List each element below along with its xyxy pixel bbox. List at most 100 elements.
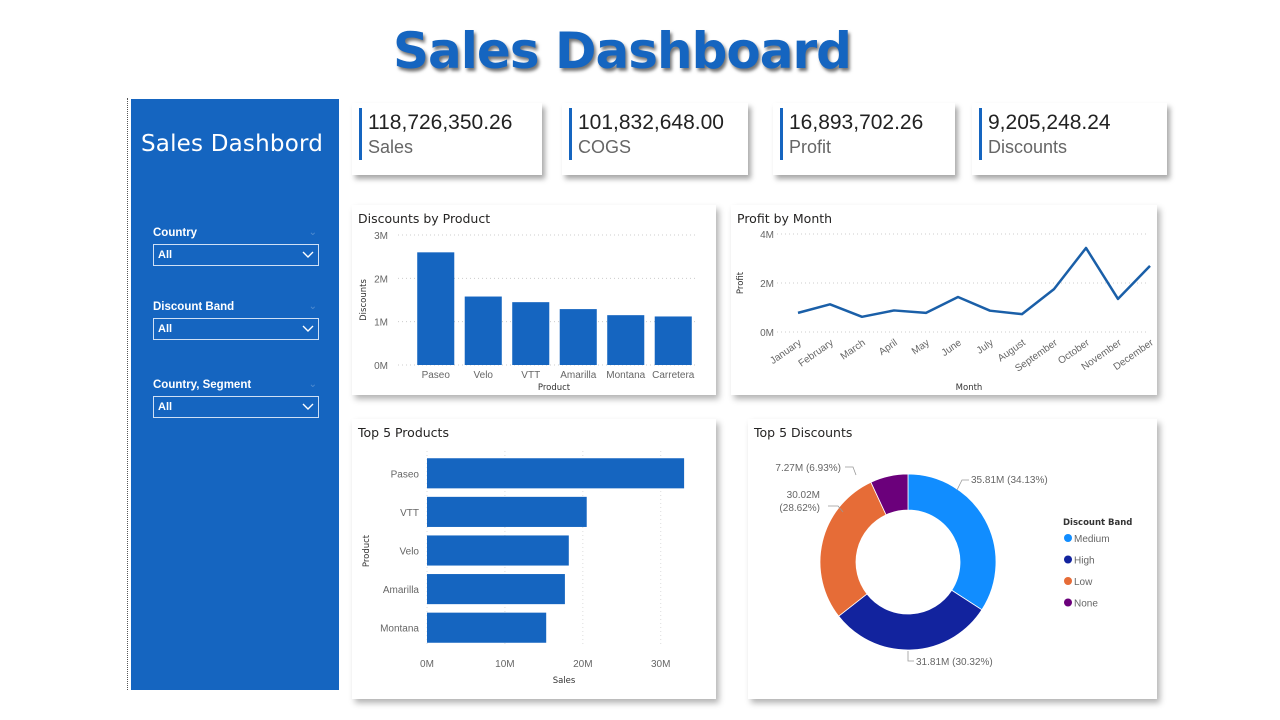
legend-title: Discount Band bbox=[1063, 518, 1132, 528]
bar-montana bbox=[427, 612, 547, 643]
x-tick-label: 20M bbox=[573, 659, 592, 670]
x-tick-label: Velo bbox=[474, 370, 494, 381]
y-tick-label: Paseo bbox=[391, 469, 420, 480]
kpi-card-cogs[interactable]: 101,832,648.00 COGS bbox=[562, 103, 748, 175]
card-accent-bar bbox=[569, 108, 572, 160]
discount-band-dropdown[interactable]: All bbox=[153, 318, 319, 340]
kpi-value: 9,205,248.24 bbox=[988, 111, 1111, 134]
dropdown-value: All bbox=[158, 401, 173, 413]
x-tick-label: Carretera bbox=[652, 370, 695, 381]
top5-products-chart: 0M 10M 20M 30M Paseo VTT Velo Amarilla Montana Sa… bbox=[362, 451, 685, 686]
legend-marker-medium bbox=[1064, 534, 1072, 542]
x-tick-label: Amarilla bbox=[560, 370, 597, 381]
y-axis-title: Discounts bbox=[359, 279, 369, 321]
kpi-value: 118,726,350.26 bbox=[368, 111, 513, 134]
card-accent-bar bbox=[780, 108, 783, 160]
slicer-country: Country ⌄ All bbox=[153, 227, 319, 266]
kpi-card-sales[interactable]: 118,726,350.26 Sales bbox=[352, 103, 542, 175]
y-tick-label: 3M bbox=[374, 231, 388, 242]
bar-amarilla bbox=[559, 309, 597, 365]
page-title: Sales Dashboard bbox=[393, 22, 852, 80]
legend-item-none: None bbox=[1074, 599, 1098, 610]
country-segment-dropdown[interactable]: All bbox=[153, 396, 319, 418]
leader-line bbox=[845, 466, 857, 476]
data-label-low: 30.02M bbox=[787, 490, 820, 501]
donut-slice-medium bbox=[907, 473, 997, 611]
top5-discounts-panel[interactable]: Top 5 Discounts 35.81M (34.13%) 31.81M (3… bbox=[748, 419, 1157, 699]
bar-montana bbox=[607, 315, 645, 365]
bar-paseo bbox=[417, 252, 455, 365]
y-tick-label: 2M bbox=[374, 274, 388, 285]
y-tick-label: 0M bbox=[760, 328, 774, 339]
data-label-none: 7.27M (6.93%) bbox=[775, 463, 841, 474]
y-axis-title: Product bbox=[362, 534, 372, 567]
x-tick-label: May bbox=[910, 337, 932, 357]
profit-by-month-panel[interactable]: Profit by Month 0M 2M 4M January February Mar… bbox=[731, 205, 1157, 395]
x-axis-title: Month bbox=[956, 383, 983, 393]
bar-carretera bbox=[654, 316, 692, 365]
profit-line bbox=[797, 246, 1151, 319]
country-dropdown[interactable]: All bbox=[153, 244, 319, 266]
kpi-label: Profit bbox=[789, 137, 832, 157]
slicer-label: Discount Band bbox=[153, 301, 235, 313]
x-tick-label: February bbox=[797, 337, 836, 369]
leader-line bbox=[956, 479, 969, 491]
data-label-high: 31.81M (30.32%) bbox=[916, 657, 993, 668]
bar-velo bbox=[427, 535, 569, 566]
x-tick-label: 10M bbox=[495, 659, 514, 670]
legend-item-high: High bbox=[1074, 556, 1095, 567]
kpi-value: 101,832,648.00 bbox=[578, 111, 724, 134]
kpi-value: 16,893,702.26 bbox=[789, 111, 924, 134]
bar-paseo bbox=[427, 458, 685, 489]
x-axis-title: Sales bbox=[553, 676, 576, 686]
chevron-down-icon bbox=[302, 403, 314, 410]
y-tick-label: VTT bbox=[400, 508, 419, 519]
kpi-card-profit[interactable]: 16,893,702.26 Profit bbox=[773, 103, 955, 175]
y-tick-label: Velo bbox=[400, 547, 420, 558]
chevron-down-icon bbox=[302, 251, 314, 258]
card-accent-bar bbox=[359, 108, 362, 160]
sidebar: Sales Dashbord Country ⌄ All Discount Ba… bbox=[131, 99, 339, 690]
x-tick-label: Paseo bbox=[422, 370, 451, 381]
chevron-down-icon bbox=[302, 325, 314, 332]
x-tick-label: Montana bbox=[606, 370, 645, 381]
leader-line bbox=[907, 651, 914, 662]
x-axis-title: Product bbox=[538, 383, 571, 393]
collapse-chevron-icon[interactable]: ⌄ bbox=[309, 379, 317, 390]
bar-vtt bbox=[427, 496, 587, 527]
slicer-discount-band: Discount Band ⌄ All bbox=[153, 301, 319, 340]
bar-velo bbox=[464, 296, 502, 365]
y-tick-label: Amarilla bbox=[383, 585, 420, 596]
collapse-chevron-icon[interactable]: ⌄ bbox=[309, 227, 317, 238]
y-tick-label: Montana bbox=[380, 624, 419, 635]
kpi-label: Sales bbox=[368, 137, 414, 157]
y-tick-label: 2M bbox=[760, 279, 774, 290]
dropdown-value: All bbox=[158, 249, 173, 261]
top5-products-panel[interactable]: Top 5 Products 0M 10M 20M 30M Paseo VTT Velo Am… bbox=[352, 419, 716, 699]
legend-item-medium: Medium bbox=[1074, 534, 1110, 545]
x-tick-label: VTT bbox=[521, 370, 540, 381]
y-tick-label: 0M bbox=[374, 361, 388, 372]
sidebar-title: Sales Dashbord bbox=[141, 131, 324, 157]
slicer-label: Country, Segment bbox=[153, 379, 252, 391]
x-tick-label: July bbox=[975, 337, 996, 356]
data-label-medium: 35.81M (34.13%) bbox=[971, 475, 1048, 486]
legend-marker-high bbox=[1064, 555, 1072, 564]
discounts-by-product-chart: 0M 1M 2M 3M Paseo Velo VTT Amarilla Montana Carre… bbox=[359, 231, 697, 393]
legend-item-low: Low bbox=[1074, 577, 1093, 588]
x-tick-label: June bbox=[940, 337, 964, 359]
kpi-card-discounts[interactable]: 9,205,248.24 Discounts bbox=[972, 103, 1167, 175]
y-tick-label: 1M bbox=[374, 318, 388, 329]
x-tick-label: March bbox=[839, 337, 868, 362]
y-axis-title: Profit bbox=[736, 271, 746, 294]
data-label-low: (28.62%) bbox=[779, 503, 820, 514]
discounts-by-product-panel[interactable]: Discounts by Product 0M 1M 2M 3M Paseo Velo VT… bbox=[352, 205, 716, 395]
kpi-label: Discounts bbox=[988, 137, 1068, 157]
dashboard-page: Sales Dashboard Sales Dashbord Country ⌄… bbox=[0, 0, 1280, 720]
profit-by-month-chart: 0M2M4MJanuaryFebruary March April May June Ju… bbox=[736, 230, 1156, 393]
legend-marker-low bbox=[1064, 577, 1072, 585]
bar-vtt bbox=[512, 302, 550, 365]
bar-amarilla bbox=[427, 574, 565, 605]
slicer-label: Country bbox=[153, 227, 198, 239]
collapse-chevron-icon[interactable]: ⌄ bbox=[309, 301, 317, 312]
